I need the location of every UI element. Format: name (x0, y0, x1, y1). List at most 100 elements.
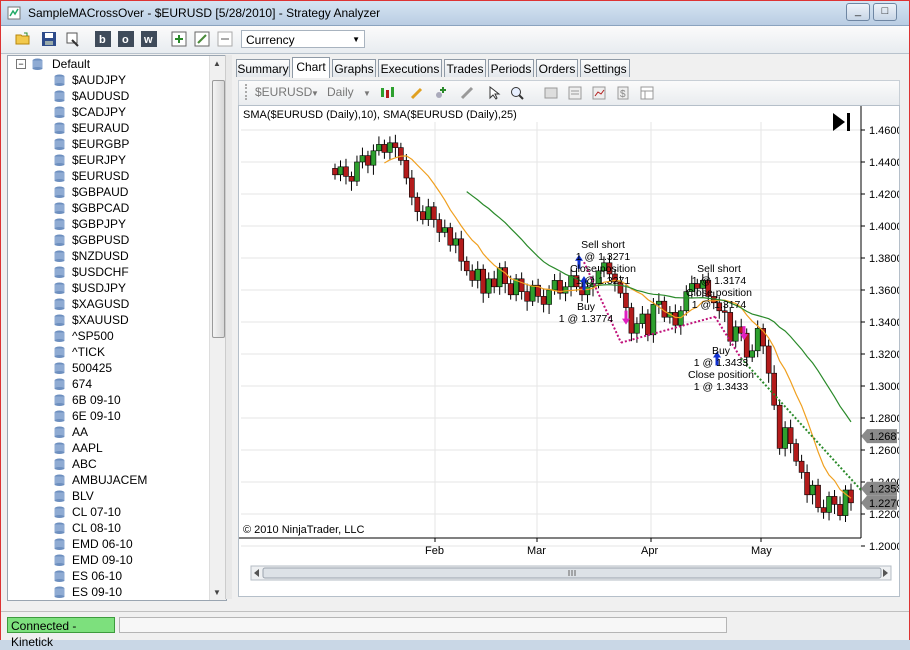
tree-item[interactable]: $XAUUSD (8, 312, 208, 328)
instrument-selector[interactable]: $EURUSD (255, 85, 312, 99)
jump-to-end-icon[interactable] (833, 113, 845, 131)
tree-item[interactable]: ^SP500 (8, 328, 208, 344)
tree-item[interactable]: $USDJPY (8, 280, 208, 296)
tree-item[interactable]: 674 (8, 376, 208, 392)
collapse-icon[interactable]: − (16, 59, 26, 69)
tree-item[interactable]: $CADJPY (8, 104, 208, 120)
add-indicator-icon[interactable] (433, 85, 449, 101)
price-chart[interactable]: 1.4600 1.4400 1.4200 1.4000 1.3800 1.3600 1.34… (239, 106, 899, 596)
chart-area[interactable]: 1.4600 1.4400 1.4200 1.4000 1.3800 1.3600 1.34… (238, 105, 900, 597)
scroll-up-icon[interactable]: ▲ (213, 59, 221, 68)
tree-item[interactable]: ES 09-10 (8, 584, 208, 600)
tree-item[interactable]: $XAGUSD (8, 296, 208, 312)
tab-executions[interactable]: Executions (378, 59, 442, 77)
tree-item-label: $EURJPY (72, 153, 127, 167)
title-bar[interactable]: SampleMACrossOver - $EURUSD [5/28/2010] … (1, 1, 909, 26)
database-icon (54, 394, 65, 406)
jump-to-end-icon[interactable] (847, 113, 850, 131)
properties-icon[interactable] (65, 31, 81, 47)
tree-item[interactable]: ^TICK (8, 344, 208, 360)
scroll-down-icon[interactable]: ▼ (213, 588, 221, 597)
price-badge-label: 1.2270 (869, 498, 899, 510)
status-bar: Connected - Kinetick (1, 611, 909, 649)
tab-orders[interactable]: Orders (536, 59, 578, 77)
w-icon[interactable]: w (141, 31, 157, 47)
edit-icon[interactable] (194, 31, 210, 47)
bar-style-icon[interactable] (379, 85, 397, 101)
tree-item[interactable]: 6E 09-10 (8, 408, 208, 424)
currency-dropdown[interactable]: Currency ▼ (241, 30, 365, 48)
tab-trades[interactable]: Trades (444, 59, 486, 77)
candle-body (381, 144, 388, 153)
b-icon[interactable]: b (95, 31, 111, 47)
scroll-thumb[interactable] (212, 80, 225, 338)
save-icon[interactable] (41, 31, 57, 47)
candle-body (480, 268, 487, 294)
tree-item[interactable]: ABC (8, 456, 208, 472)
tree-item[interactable]: EMD 06-10 (8, 536, 208, 552)
tab-graphs[interactable]: Graphs (332, 59, 376, 77)
tree-item[interactable]: $GBPJPY (8, 216, 208, 232)
tree-item[interactable]: 6B 09-10 (8, 392, 208, 408)
tree-item[interactable]: $GBPUSD (8, 232, 208, 248)
tree-item[interactable]: 500425 (8, 360, 208, 376)
tree-item[interactable]: $GBPCAD (8, 200, 208, 216)
status-field (119, 617, 727, 633)
tree-item-label: EMD 06-10 (72, 537, 133, 551)
tree-item[interactable]: $NZDUSD (8, 248, 208, 264)
tab-periods[interactable]: Periods (488, 59, 534, 77)
o-icon[interactable]: o (118, 31, 134, 47)
tree-item[interactable]: $AUDUSD (8, 88, 208, 104)
minimize-button[interactable]: _ (846, 3, 870, 21)
trade-annotation: 1 @ 1.3433 (694, 357, 749, 369)
database-icon (54, 410, 65, 422)
add-icon[interactable] (171, 31, 187, 47)
tree-item[interactable]: CL 08-10 (8, 520, 208, 536)
tree-item[interactable]: $EURAUD (8, 120, 208, 136)
dollar-icon[interactable]: $ (615, 85, 631, 101)
candle-body (398, 147, 404, 161)
database-icon (54, 154, 65, 166)
tab-chart[interactable]: Chart (292, 57, 330, 78)
candle-body (529, 284, 536, 302)
zoom-icon[interactable] (509, 85, 525, 101)
tree-item[interactable]: CL 07-10 (8, 504, 208, 520)
tab-summary[interactable]: Summary (236, 59, 290, 77)
template-icon[interactable] (639, 85, 655, 101)
tree-item[interactable]: AA (8, 424, 208, 440)
candle-body (469, 270, 476, 281)
main-toolbar: b o w Currency ▼ (1, 26, 909, 54)
tree-item[interactable]: AMBUJACEM (8, 472, 208, 488)
tree-item[interactable]: $AUDJPY (8, 72, 208, 88)
y-tick-label: 1.2600 (869, 445, 899, 457)
tree-item[interactable]: EMD 09-10 (8, 552, 208, 568)
panel-icon[interactable] (543, 85, 559, 101)
tree-item[interactable]: BLV (8, 488, 208, 504)
tree-root-label: Default (52, 57, 91, 71)
tree-item[interactable]: AAPL (8, 440, 208, 456)
period-selector[interactable]: Daily (327, 85, 354, 99)
tree-item-label: $AUDUSD (72, 89, 130, 103)
chart-properties-icon[interactable] (591, 85, 607, 101)
maximize-button[interactable]: □ (873, 3, 897, 21)
tab-settings[interactable]: Settings (580, 59, 630, 77)
cursor-icon[interactable] (487, 85, 503, 101)
tree-root[interactable]: − Default (8, 56, 208, 72)
tree-item[interactable]: $EURUSD (8, 168, 208, 184)
tree-item[interactable]: ES 06-10 (8, 568, 208, 584)
tree-item[interactable]: $EURGBP (8, 136, 208, 152)
connection-status: Connected - Kinetick (7, 617, 115, 649)
tree-item[interactable]: $EURJPY (8, 152, 208, 168)
database-icon (54, 266, 65, 278)
data-box-icon[interactable] (567, 85, 583, 101)
tree-item[interactable]: $GBPAUD (8, 184, 208, 200)
strategy-icon[interactable] (459, 85, 475, 101)
remove-icon[interactable] (217, 31, 233, 47)
y-tick-label: 1.2200 (869, 509, 899, 521)
pencil-icon[interactable] (409, 85, 425, 101)
open-folder-icon[interactable] (15, 31, 31, 47)
tree-scrollbar[interactable]: ▲ ▼ (209, 56, 226, 600)
grip-icon (245, 84, 249, 100)
candle-body (447, 227, 454, 246)
tree-item[interactable]: $USDCHF (8, 264, 208, 280)
